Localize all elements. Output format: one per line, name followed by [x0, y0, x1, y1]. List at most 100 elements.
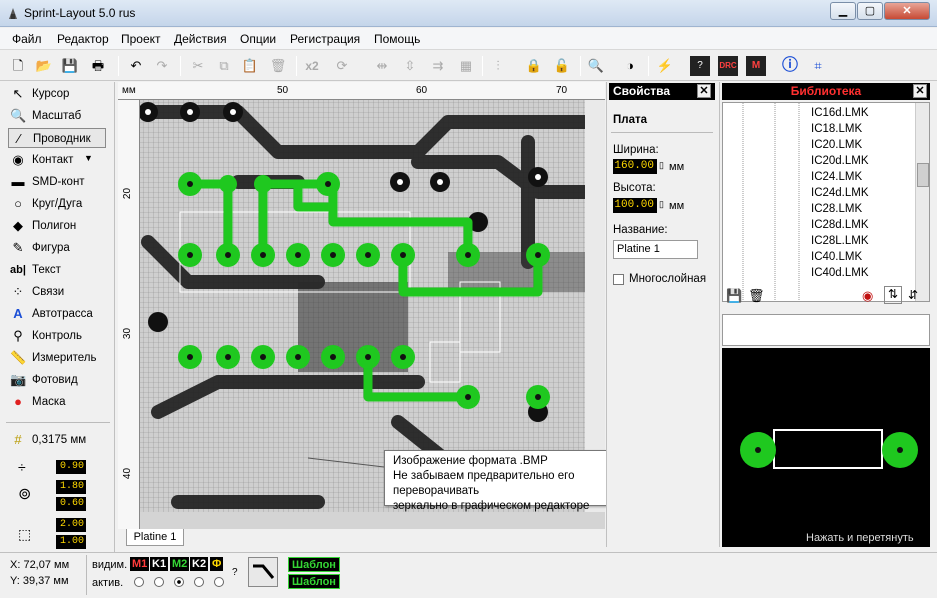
delete-icon[interactable]: 🗑 — [748, 288, 765, 304]
active-radio-m2[interactable] — [174, 577, 184, 587]
paste-icon[interactable]: 📋 — [240, 56, 260, 76]
minimize-button[interactable]: ▁ — [830, 2, 856, 20]
active-radio-m1[interactable] — [134, 577, 144, 587]
lock-icon[interactable]: 🔒 — [524, 56, 544, 76]
track-mode-button[interactable] — [248, 557, 278, 587]
macro-icon[interactable]: M — [746, 56, 766, 76]
layer-k2[interactable]: K2 — [190, 557, 209, 571]
board-name-field[interactable]: Platine 1 — [613, 240, 698, 259]
tool-polygon[interactable]: ◆ Полигон — [8, 216, 106, 236]
tool-text[interactable]: ab| Текст — [8, 260, 106, 280]
record-icon[interactable]: ◉ — [862, 288, 873, 304]
mirror-icon[interactable]: ⇅ — [884, 286, 902, 304]
list-item[interactable]: IC28L.LMK — [811, 235, 869, 247]
board-width-field[interactable]: 160.00 — [613, 159, 657, 174]
library-list[interactable]: IC16d.LMK IC18.LMK IC20.LMK IC20d.LMK IC… — [722, 102, 930, 302]
color-toggle-icon[interactable]: ◑ — [620, 56, 640, 76]
library-scrollbar[interactable] — [915, 103, 929, 301]
spinner-icon[interactable]: ▯ — [659, 160, 664, 171]
template-button-1[interactable]: Шаблон — [288, 557, 340, 572]
layer-m1[interactable]: M1 — [130, 557, 150, 571]
pad-inner-value[interactable]: 0.60 — [56, 497, 86, 511]
delete-icon[interactable]: 🗑 — [268, 56, 288, 76]
new-file-icon[interactable]: 🗋 — [8, 56, 28, 76]
list-item[interactable]: IC24.LMK — [811, 171, 862, 183]
tool-test[interactable]: ⚲ Контроль — [8, 326, 106, 346]
menu-help[interactable]: Помощь — [374, 32, 420, 46]
save-icon[interactable]: 💾 — [60, 56, 80, 76]
menu-file[interactable]: Файл — [12, 32, 42, 46]
active-radio-k2[interactable] — [194, 577, 204, 587]
undo-icon[interactable]: ↶ — [126, 56, 146, 76]
scrollbar-thumb[interactable] — [917, 163, 929, 187]
print-icon[interactable]: 🖶 — [88, 56, 108, 76]
track-width-value[interactable]: 0.90 — [56, 460, 86, 474]
list-item[interactable]: IC28.LMK — [811, 203, 862, 215]
smd-width-value[interactable]: 2.00 — [56, 518, 86, 532]
menu-edit[interactable]: Редактор — [57, 32, 109, 46]
list-item[interactable]: IC16d.LMK — [811, 107, 869, 119]
close-icon[interactable]: ✕ — [697, 84, 711, 98]
active-radio-f[interactable] — [214, 577, 224, 587]
template-button-2[interactable]: Шаблон — [288, 574, 340, 589]
list-item[interactable]: IC28d.LMK — [811, 219, 869, 231]
active-radio-k1[interactable] — [154, 577, 164, 587]
align-icon[interactable]: ⇉ — [428, 56, 448, 76]
rotate-icon[interactable]: ⟳ — [332, 56, 352, 76]
unlock-icon[interactable]: 🔓 — [552, 56, 572, 76]
menu-registration[interactable]: Регистрация — [290, 32, 360, 46]
menu-project[interactable]: Проект — [121, 32, 161, 46]
tool-photoview[interactable]: 📷 Фотовид — [8, 370, 106, 390]
list-item[interactable]: IC18.LMK — [811, 123, 862, 135]
list-item[interactable]: IC40d.LMK — [811, 267, 869, 279]
list-item[interactable]: IC24d.LMK — [811, 187, 869, 199]
open-folder-icon[interactable]: 📂 — [34, 56, 54, 76]
menu-options[interactable]: Опции — [240, 32, 276, 46]
tool-connections[interactable]: ⁘ Связи — [8, 282, 106, 302]
ungroup-icon[interactable]: ⫶ — [488, 56, 508, 76]
smd-height-value[interactable]: 1.00 — [56, 535, 86, 549]
list-item[interactable]: IC20.LMK — [811, 139, 862, 151]
help-question[interactable]: ? — [232, 567, 238, 578]
duplicate-button[interactable]: x2 — [302, 56, 322, 76]
crop-icon[interactable]: ⌗ — [808, 56, 828, 76]
list-item[interactable]: IC40.LMK — [811, 251, 862, 263]
swap-icon[interactable]: ⇵ — [908, 288, 918, 302]
component-preview[interactable]: Нажать и перетянуть — [722, 348, 930, 547]
board-height-field[interactable]: 100.00 — [613, 198, 657, 213]
maximize-button[interactable]: ▢ — [857, 2, 883, 20]
pad-outer-value[interactable]: 1.80 — [56, 480, 86, 494]
save-icon[interactable]: 💾 — [726, 288, 742, 304]
tab-platine[interactable]: Platine 1 — [126, 529, 184, 546]
redo-icon[interactable]: ↷ — [152, 56, 172, 76]
layer-m2[interactable]: M2 — [170, 557, 190, 571]
group-icon[interactable]: ▦ — [456, 56, 476, 76]
layer-f[interactable]: Ф — [210, 557, 224, 571]
multilayer-checkbox[interactable] — [613, 274, 624, 285]
mirror-horizontal-icon[interactable]: ⇹ — [372, 56, 392, 76]
tool-measure[interactable]: 📏 Измеритель — [8, 348, 106, 368]
close-button[interactable]: ✕ — [884, 2, 930, 20]
layer-k1[interactable]: K1 — [150, 557, 169, 571]
zoom-icon[interactable]: 🔍 — [586, 56, 606, 76]
tool-track[interactable]: ∕ Проводник — [8, 128, 106, 148]
tool-smd[interactable]: ▬ SMD-конт — [8, 172, 106, 192]
tool-autoroute[interactable]: A Автотрасса — [8, 304, 106, 324]
grid-selector[interactable]: #0,3175 мм — [8, 430, 106, 450]
menu-actions[interactable]: Действия — [174, 32, 227, 46]
tool-shape[interactable]: ✎ Фигура — [8, 238, 106, 258]
close-icon[interactable]: ✕ — [913, 84, 927, 98]
drc-icon[interactable]: DRC — [718, 56, 738, 76]
copy-icon[interactable]: ⧉ — [214, 56, 234, 76]
help-question-icon[interactable]: ? — [690, 56, 710, 76]
autoroute-icon[interactable]: ⚡ — [655, 56, 675, 76]
list-item[interactable]: IC20d.LMK — [811, 155, 869, 167]
tool-zoom[interactable]: 🔍 Масштаб — [8, 106, 106, 126]
tool-cursor[interactable]: ↖ Курсор — [8, 84, 106, 104]
tool-circle[interactable]: ○ Круг/Дуга — [8, 194, 106, 214]
tool-pad[interactable]: ◉ Контакт ▼ — [8, 150, 106, 170]
mirror-vertical-icon[interactable]: ⇳ — [400, 56, 420, 76]
cut-icon[interactable]: ✂ — [188, 56, 208, 76]
tool-mask[interactable]: ● Маска — [8, 392, 106, 412]
spinner-icon[interactable]: ▯ — [659, 199, 664, 210]
